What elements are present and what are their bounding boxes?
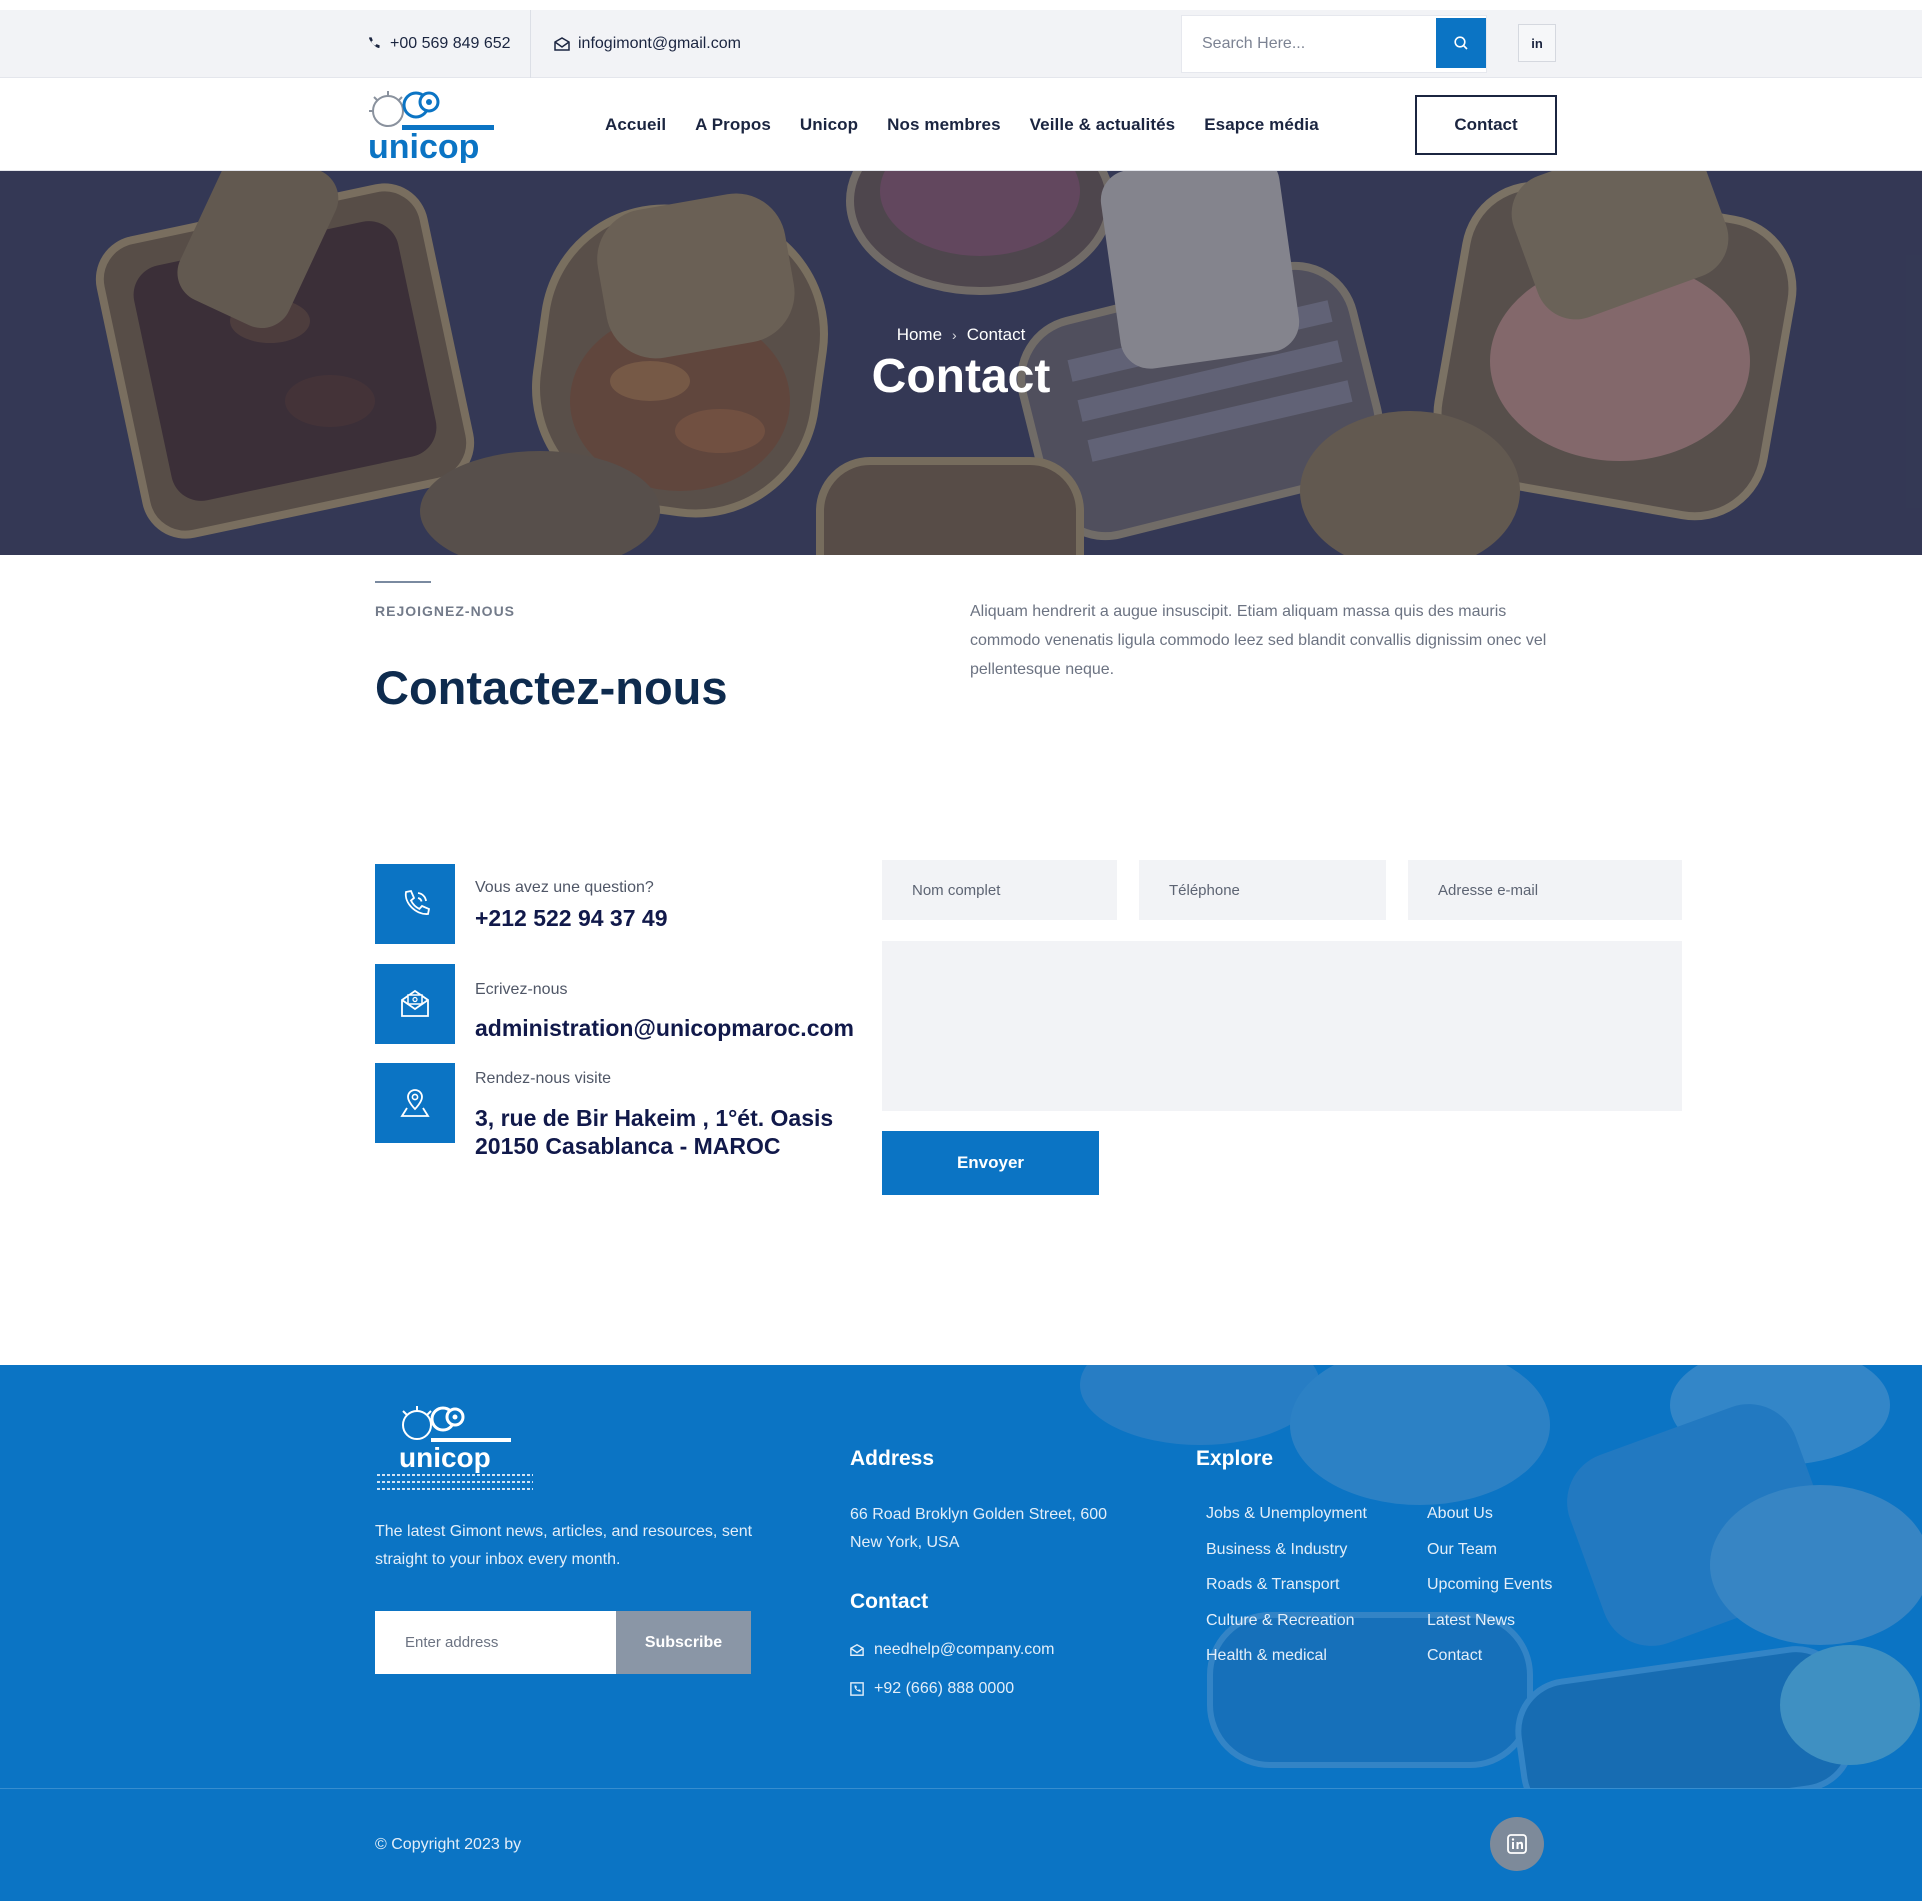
footer-link[interactable]: Roads & Transport	[1206, 1576, 1339, 1594]
footer-phone-text: +92 (666) 888 0000	[874, 1680, 1015, 1697]
contact-button[interactable]: Contact	[1415, 95, 1557, 155]
footer-link[interactable]: Culture & Recreation	[1206, 1612, 1355, 1630]
phone-field[interactable]	[1139, 860, 1386, 920]
contact-info-label: Ecrivez-nous	[475, 981, 568, 998]
envelope-icon	[554, 37, 570, 51]
nav-accueil[interactable]: Accueil	[605, 115, 666, 135]
top-phone[interactable]: +00 569 849 652	[366, 10, 511, 78]
send-button[interactable]: Envoyer	[882, 1131, 1099, 1195]
contact-info-label: Vous avez une question?	[475, 879, 654, 896]
search-input[interactable]	[1182, 16, 1436, 72]
top-phone-text: +00 569 849 652	[390, 35, 511, 52]
contact-email-address[interactable]: administration@unicopmaroc.com	[475, 1014, 854, 1042]
full-name-field[interactable]	[882, 860, 1117, 920]
footer-about-text: The latest Gimont news, articles, and re…	[375, 1523, 753, 1568]
section-eyebrow: REJOIGNEZ-NOUS	[375, 603, 516, 619]
footer: unicop The latest Gimont news, articles,…	[0, 1365, 1922, 1788]
contact-address-line-2: 20150 Casablanca - MAROC	[475, 1133, 781, 1159]
main-nav: unicop Accueil A Propos Unicop Nos membr…	[0, 79, 1922, 171]
nav-espace-media[interactable]: Esapce média	[1204, 115, 1319, 135]
breadcrumb-home[interactable]: Home	[897, 325, 942, 345]
section-title: Contactez-nous	[375, 661, 728, 714]
footer-link[interactable]: Latest News	[1427, 1612, 1515, 1630]
breadcrumb-current: Contact	[966, 325, 1026, 344]
logo-wordmark: unicop	[368, 128, 479, 163]
footer-logo[interactable]: unicop	[375, 1403, 535, 1499]
footer-link[interactable]: About Us	[1427, 1505, 1493, 1523]
breadcrumb: Home › Contact	[0, 325, 1922, 345]
map-pin-icon	[375, 1063, 455, 1143]
nav-unicop[interactable]: Unicop	[800, 115, 858, 135]
contact-phone-number[interactable]: +212 522 94 37 49	[475, 904, 668, 932]
top-email[interactable]: infogimont@gmail.com	[554, 10, 741, 78]
intro-paragraph: Aliquam hendrerit a augue insuscipit. Et…	[970, 603, 1547, 678]
search-icon	[1454, 36, 1468, 50]
top-email-text: infogimont@gmail.com	[578, 35, 741, 52]
message-field[interactable]	[882, 941, 1682, 1111]
footer-link[interactable]: Upcoming Events	[1427, 1576, 1552, 1594]
contact-address-line-1: 3, rue de Bir Hakeim , 1°ét. Oasis	[475, 1105, 834, 1131]
copyright-text: © Copyright 2023 by	[375, 1836, 522, 1853]
footer-link[interactable]: Business & Industry	[1206, 1541, 1347, 1559]
hero-banner: Home › Contact Contact	[0, 171, 1922, 555]
footer-email-text: needhelp@company.com	[874, 1641, 1055, 1658]
subscribe-button[interactable]: Subscribe	[616, 1611, 751, 1674]
search-button[interactable]	[1436, 18, 1486, 68]
footer-address: 66 Road Broklyn Golden Street, 600 New Y…	[850, 1506, 1108, 1551]
primary-menu: Accueil A Propos Unicop Nos membres Veil…	[605, 79, 1319, 171]
phone-icon	[850, 1682, 864, 1696]
footer-link[interactable]: Health & medical	[1206, 1647, 1327, 1665]
footer-explore-heading: Explore	[1196, 1447, 1274, 1470]
top-bar: +00 569 849 652 infogimont@gmail.com in	[0, 10, 1922, 78]
envelope-icon	[850, 1643, 864, 1656]
email-field[interactable]	[1408, 860, 1682, 920]
unicop-logo[interactable]: unicop	[366, 87, 496, 163]
accent-line	[375, 581, 431, 583]
nav-a-propos[interactable]: A Propos	[695, 115, 771, 135]
phone-icon	[369, 37, 380, 49]
linkedin-icon[interactable]: in	[1518, 24, 1556, 62]
footer-address-heading: Address	[850, 1447, 935, 1470]
nav-veille-actualites[interactable]: Veille & actualités	[1030, 115, 1176, 135]
footer-link[interactable]: Jobs & Unemployment	[1206, 1505, 1367, 1523]
footer-logo-wordmark: unicop	[399, 1442, 491, 1473]
footer-link[interactable]: Our Team	[1427, 1541, 1497, 1559]
footer-link[interactable]: Contact	[1427, 1647, 1482, 1665]
divider	[530, 10, 531, 78]
phone-call-icon	[375, 864, 455, 944]
linkedin-icon[interactable]	[1490, 1817, 1544, 1871]
footer-bottom-bar: © Copyright 2023 by	[0, 1788, 1922, 1901]
nav-nos-membres[interactable]: Nos membres	[887, 115, 1001, 135]
footer-phone[interactable]: +92 (666) 888 0000	[850, 1680, 1014, 1698]
footer-contact-heading: Contact	[850, 1590, 929, 1613]
newsletter-input[interactable]	[375, 1611, 616, 1674]
search-box	[1182, 16, 1486, 72]
page-title: Contact	[871, 350, 1051, 403]
contact-info-label: Rendez-nous visite	[475, 1070, 612, 1087]
footer-email[interactable]: needhelp@company.com	[850, 1641, 1055, 1659]
envelope-icon	[375, 964, 455, 1044]
chevron-right-icon: ›	[952, 327, 957, 343]
